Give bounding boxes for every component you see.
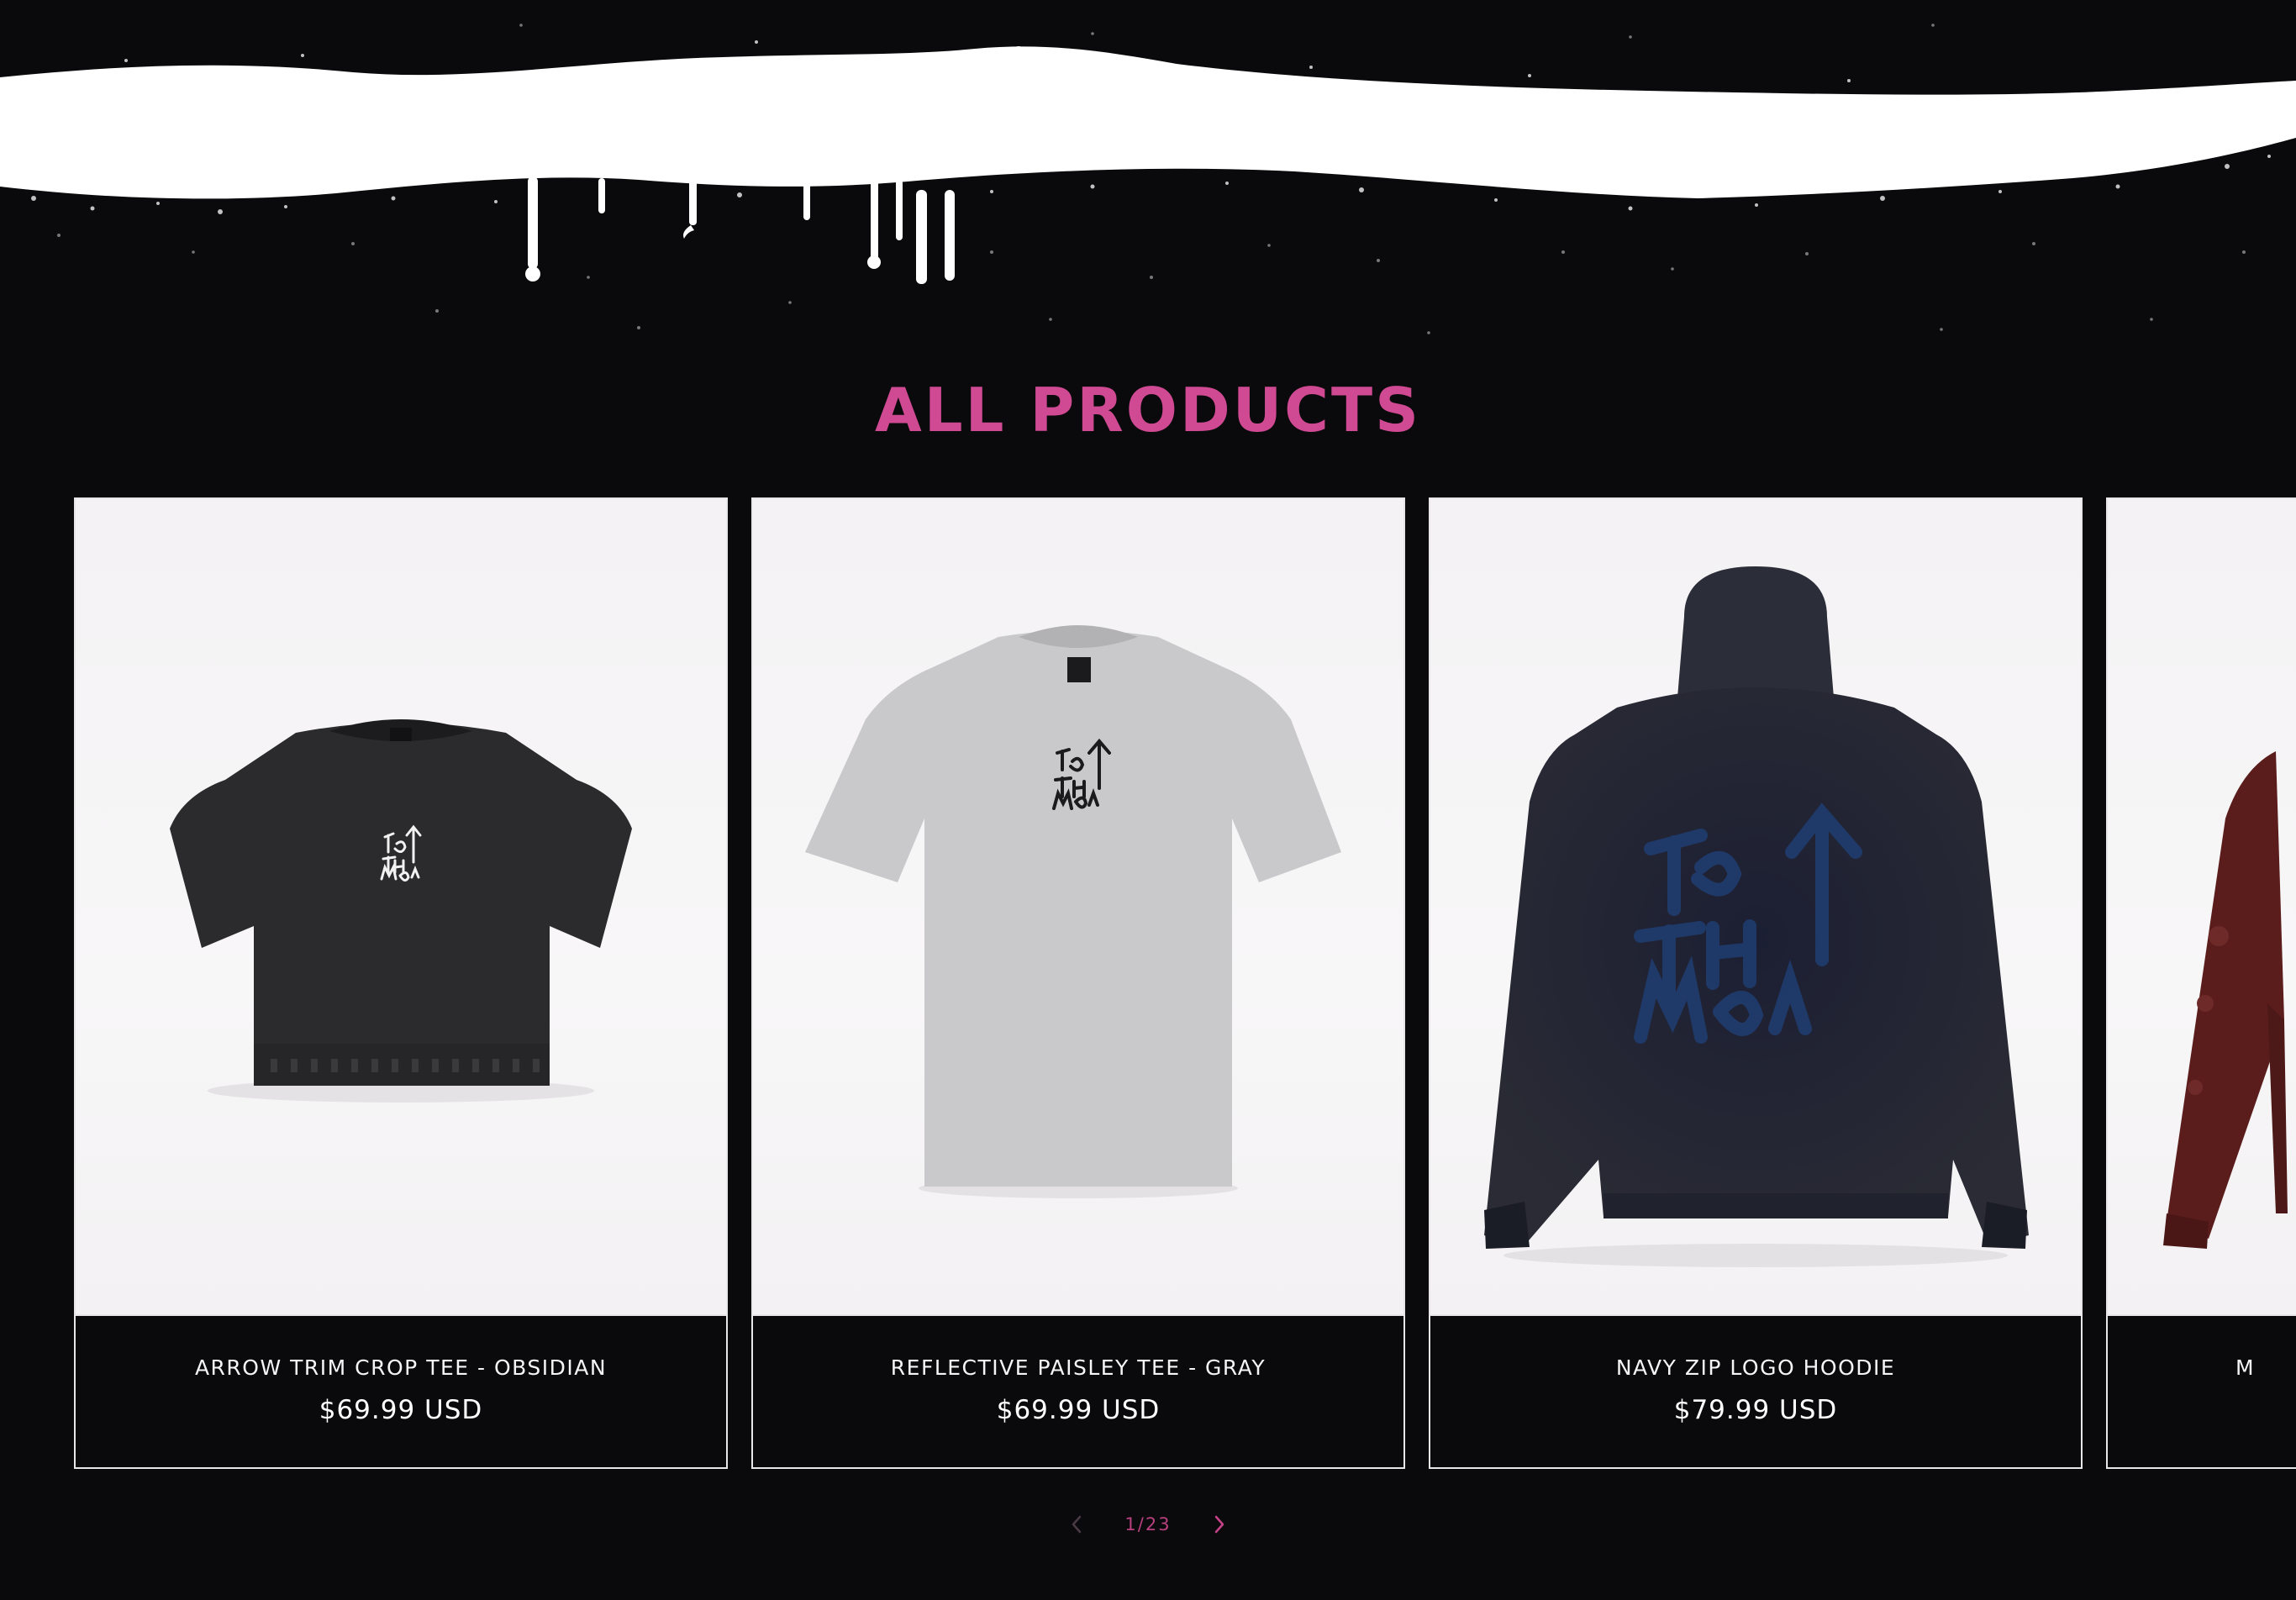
- product-price: $79.99 USD: [1673, 1395, 1838, 1425]
- product-info[interactable]: M: [2108, 1314, 2296, 1469]
- product-carousel[interactable]: ARROW TRIM CROP TEE - OBSIDIAN $69.99 US…: [74, 497, 2296, 1472]
- product-card[interactable]: M: [2106, 497, 2296, 1469]
- product-info[interactable]: REFLECTIVE PAISLEY TEE - GRAY $69.99 USD: [753, 1314, 1403, 1469]
- carousel-pagination: 1/23: [1064, 1506, 1232, 1543]
- product-name[interactable]: M: [2108, 1355, 2296, 1382]
- product-card[interactable]: ARROW TRIM CROP TEE - OBSIDIAN $69.99 US…: [74, 497, 728, 1469]
- chevron-right-icon[interactable]: [1207, 1512, 1232, 1537]
- product-price: $69.99 USD: [319, 1395, 483, 1425]
- spray-paint-banner: [0, 24, 2296, 334]
- page: ALL PRODUCTS ARROW TRIM CROP TEE - OBSID…: [0, 0, 2296, 1600]
- product-info[interactable]: ARROW TRIM CROP TEE - OBSIDIAN $69.99 US…: [76, 1314, 726, 1469]
- page-counter: 1/23: [1124, 1514, 1172, 1534]
- gray-tee-image: [805, 625, 1341, 1198]
- product-name[interactable]: REFLECTIVE PAISLEY TEE - GRAY: [753, 1355, 1403, 1382]
- product-image[interactable]: [2108, 499, 2296, 1314]
- product-card[interactable]: REFLECTIVE PAISLEY TEE - GRAY $69.99 USD: [751, 497, 1405, 1469]
- product-price: $69.99 USD: [996, 1395, 1161, 1425]
- chevron-left-icon[interactable]: [1064, 1512, 1089, 1537]
- product-image[interactable]: [1430, 499, 2081, 1314]
- black-crop-tee-image: [170, 719, 632, 1103]
- product-card[interactable]: NAVY ZIP LOGO HOODIE $79.99 USD: [1429, 497, 2083, 1469]
- product-image[interactable]: [753, 499, 1403, 1314]
- product-name[interactable]: NAVY ZIP LOGO HOODIE: [1430, 1355, 2081, 1382]
- section-title: ALL PRODUCTS: [874, 375, 1421, 445]
- maroon-garment-image: [2163, 751, 2288, 1249]
- navy-hoodie-image: [1484, 566, 2029, 1267]
- product-name[interactable]: ARROW TRIM CROP TEE - OBSIDIAN: [76, 1355, 726, 1382]
- product-info[interactable]: NAVY ZIP LOGO HOODIE $79.99 USD: [1430, 1314, 2081, 1469]
- product-image[interactable]: [76, 499, 726, 1314]
